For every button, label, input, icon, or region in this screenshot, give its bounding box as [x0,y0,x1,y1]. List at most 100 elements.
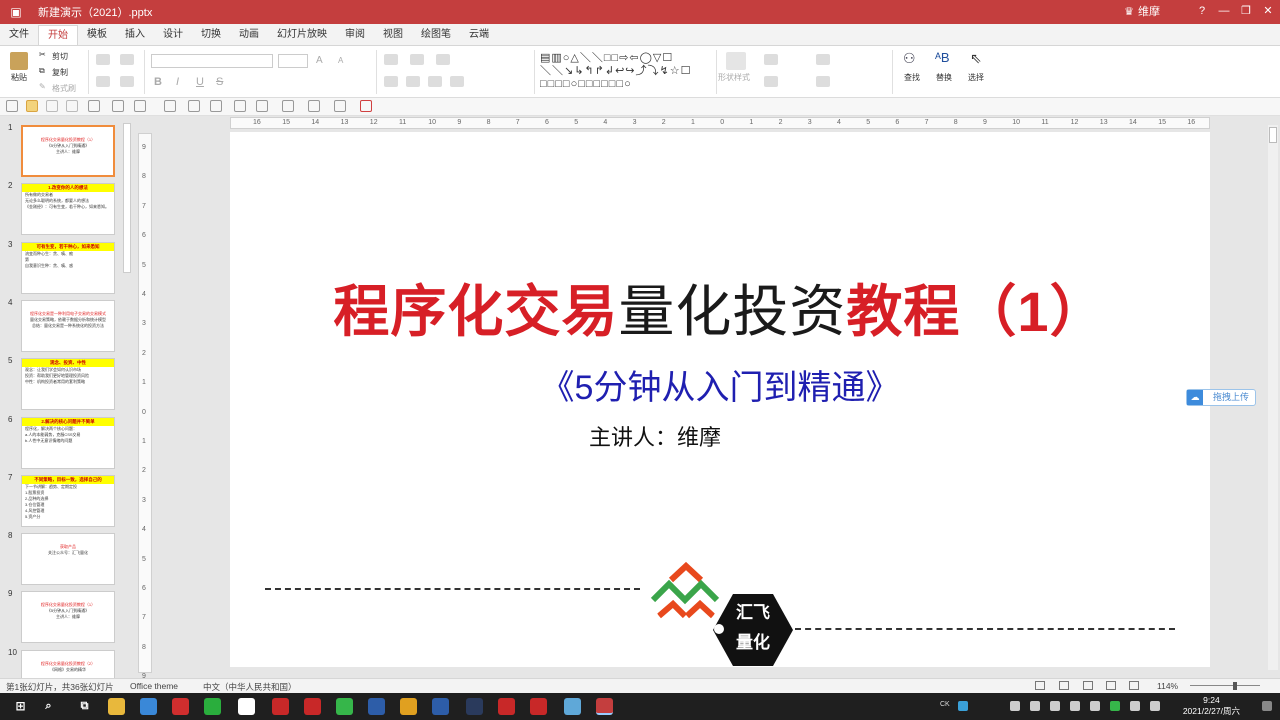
indent-icon[interactable] [436,54,450,65]
ribbon-tab[interactable]: 视图 [374,25,412,45]
yellow-app-icon[interactable] [400,698,417,715]
search-icon[interactable]: ⌕ [40,698,57,715]
wechat-tray-icon[interactable] [1110,701,1120,711]
restore-button[interactable]: ❐ [1234,0,1258,24]
bold-button[interactable]: B [154,76,162,88]
tray-icon[interactable] [1050,701,1060,711]
ribbon-tab[interactable]: 插入 [116,25,154,45]
taskbar-clock[interactable]: 9:24 2021/2/27/周六 [1183,695,1240,717]
layout-icon[interactable] [96,54,110,65]
browser-icon[interactable] [140,698,157,715]
mbg-app-icon-4[interactable] [530,698,547,715]
bullets-icon[interactable] [384,54,398,65]
shape-style-icon[interactable] [726,52,746,70]
presentation-taskbar-icon[interactable] [596,698,613,715]
slide-thumbnail[interactable]: 获取产品 关注公众号：汇飞量化 [21,533,115,586]
cursor-icon[interactable]: ⇖ [970,50,982,67]
open-folder-icon[interactable] [26,100,38,112]
mbg-app-icon-3[interactable] [498,698,515,715]
new-slide-icon[interactable] [120,76,134,87]
font-shrink-button[interactable]: A [338,56,343,65]
slideshow-view-icon[interactable] [1129,681,1139,690]
format-painter-icon[interactable]: ✎ [39,82,46,91]
numbering-icon[interactable] [410,54,424,65]
slide-thumbnail[interactable]: 程序化交易量化投资教程（1） 《5分钟从入门到精通》 主讲人：维摩 [21,125,115,177]
minimize-button[interactable]: — [1212,0,1236,24]
reset-icon[interactable] [96,76,110,87]
user-account[interactable]: ♛ 维摩 [1124,3,1160,19]
font-size-field[interactable] [278,54,308,68]
cut-button[interactable]: 剪切 [52,51,68,62]
smartart-icon[interactable] [308,100,320,112]
align-right-icon[interactable] [428,76,442,87]
copy-icon[interactable]: ⧉ [39,66,45,76]
blue-app-icon-2[interactable] [432,698,449,715]
slide-canvas[interactable]: 程序化交易量化投资教程（1） 《5分钟从入门到精通》 主讲人：维摩 汇飞 量化 [230,132,1210,667]
green-app-icon[interactable] [336,698,353,715]
tray-icon[interactable] [1030,701,1040,711]
ribbon-tab[interactable]: 幻灯片放映 [268,25,336,45]
shape-style-button[interactable]: 形状样式 [718,72,750,83]
wechat-icon[interactable] [204,698,221,715]
shapes-gallery[interactable]: ▤▥○△＼＼□□⇨⇦◯▽☐ ＼＼↘↳↰↱↲↩↪⤴⤵↯☆☐ □□□□○□□□□□□○ [540,52,710,92]
close-button[interactable]: ✕ [1256,0,1280,24]
picture-icon[interactable] [188,100,200,112]
find-button[interactable]: 查找 [904,72,920,83]
slide-thumbnail[interactable]: 不同策略，目标一致，选择自己的 下一节讲解：趋势、定期定投 1.股票投资 2.品种的选… [21,474,115,527]
justify-icon[interactable] [450,76,464,87]
tray-icon[interactable] [1010,701,1020,711]
textbox-icon[interactable] [210,100,222,112]
shape-outline-icon[interactable] [764,76,778,87]
strikethrough-button[interactable]: S [216,76,223,88]
logo-text-hexagon[interactable]: 汇飞 量化 [713,594,793,666]
equation-icon[interactable] [334,100,346,112]
save-icon[interactable] [88,100,100,112]
zoom-level[interactable]: 114% [1157,681,1178,691]
slide-thumbnail[interactable]: 程序化交易量化投资教程（1） 《5分钟从入门到精通》 主讲人：维摩 [21,591,115,644]
chart-icon[interactable] [282,100,294,112]
italic-button[interactable]: I [176,76,179,88]
a-app-icon[interactable] [466,698,483,715]
replace-icon[interactable]: ᴬB [935,50,950,65]
thumbnail-scrollbar[interactable] [123,123,131,273]
underline-button[interactable]: U [196,76,204,88]
shapes-icon[interactable] [256,100,268,112]
arrange-icon[interactable] [816,54,830,65]
symbol-icon[interactable] [234,100,246,112]
zoom-slider-thumb[interactable] [1233,682,1237,690]
language[interactable]: 中文（中华人民共和国） [203,681,297,693]
network-icon[interactable] [1130,701,1140,711]
app-red-icon[interactable] [172,698,189,715]
ribbon-tab[interactable]: 动画 [230,25,268,45]
ribbon-tab[interactable]: 模板 [78,25,116,45]
ribbon-tab[interactable]: 绘图笔 [412,25,460,45]
font-grow-button[interactable]: A [316,55,323,66]
group-icon[interactable] [816,76,830,87]
ribbon-tab[interactable]: 设计 [154,25,192,45]
volume-icon[interactable] [1150,701,1160,711]
sorter-view-icon[interactable] [1083,681,1093,690]
notes-view-icon[interactable] [1035,681,1045,690]
tray-icon[interactable] [1070,701,1080,711]
mbg-app-icon-2[interactable] [304,698,321,715]
copy-button[interactable]: 复制 [52,67,68,78]
select-button[interactable]: 选择 [968,72,984,83]
ribbon-tab[interactable]: 文件 [0,25,38,45]
ribbon-tab[interactable]: 切换 [192,25,230,45]
slide-thumbnail[interactable]: 1.改变你的人的想法 所有做的交易者 无论多么聪明的系统，都要人的想法 《金刚经》：可… [21,183,115,236]
slide-thumbnail[interactable]: 程序化交易量化投资教程（2） 《网格》交易的精华 [21,649,115,678]
font-name-field[interactable] [151,54,273,68]
section-icon[interactable] [120,54,134,65]
slide-thumbnail[interactable]: 观念、投资、中性 观念：让我们学会如何认识市场 投资：帮助我们更好地管理投资风险 中性… [21,358,115,411]
reading-view-icon[interactable] [1106,681,1116,690]
cut-icon[interactable]: ✂ [39,50,46,59]
scrollbar-thumb[interactable] [1269,127,1277,143]
file-explorer-icon[interactable] [108,698,125,715]
shape-fill-icon[interactable] [764,54,778,65]
tray-app-icon[interactable] [958,701,968,711]
blue-app-icon[interactable] [368,698,385,715]
paste-icon[interactable] [10,52,28,70]
slide-title[interactable]: 程序化交易量化投资教程（1） [230,267,1210,348]
binoculars-icon[interactable]: ⚇ [903,50,916,67]
slide-thumbnail[interactable]: 可有生变，若干种心，如来悉知 流变而种心生：贪、嗔、痴第自我意识生种：贪、嗔、惑 [21,241,115,294]
